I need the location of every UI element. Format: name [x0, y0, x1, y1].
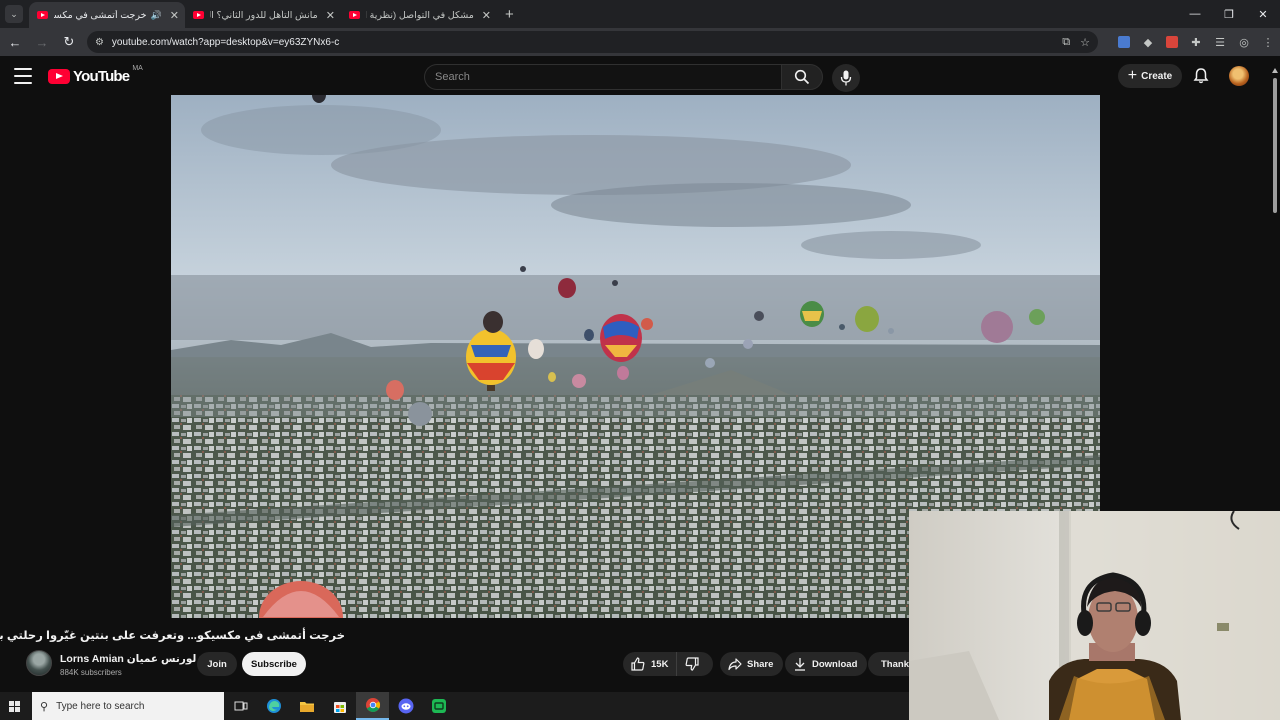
webcam-feed [909, 511, 1280, 720]
browser-tab-strip: ⌄ خرجت أتمشى في مكسيكو... 🔊 ✕ مانش التأه… [0, 0, 1280, 28]
extensions-area: ◆ ✚ ☰ ◎ ⋮ [1112, 31, 1280, 53]
new-tab-icon[interactable]: + [505, 6, 514, 23]
media-control-icon[interactable]: ☰ [1208, 31, 1232, 53]
channel-name: Lorns Amian لورنس عميان [60, 653, 197, 665]
minimize-icon[interactable]: — [1178, 0, 1212, 28]
download-icon [795, 658, 805, 671]
edge-browser-icon[interactable] [257, 692, 290, 720]
tab-communication[interactable]: مشكل في التواصل (نظرية البراك... ✕ [341, 2, 497, 28]
restore-icon[interactable]: ❐ [1212, 0, 1246, 28]
discord-icon[interactable] [389, 692, 422, 720]
puzzle-icon[interactable]: ✚ [1184, 31, 1208, 53]
taskbar-search-box[interactable]: ⚲ Type here to search [32, 692, 224, 720]
thanks-button[interactable]: $ Thanks [868, 652, 909, 676]
screen: ⌄ خرجت أتمشى في مكسيكو... 🔊 ✕ مانش التأه… [0, 0, 1280, 720]
start-button[interactable] [0, 692, 28, 720]
address-bar[interactable]: ⚙ youtube.com/watch?app=desktop&v=ey63ZY… [86, 31, 1099, 53]
youtube-favicon-icon [193, 11, 204, 19]
tab-close-icon[interactable]: ✕ [170, 9, 179, 22]
thumbs-down-icon [685, 657, 699, 671]
tab-search-icon[interactable]: ⌄ [5, 5, 23, 23]
browser-toolbar: ← → ↻ ⚙ youtube.com/watch?app=desktop&v=… [0, 28, 1280, 56]
menu-icon[interactable] [14, 68, 32, 84]
subscribe-button[interactable]: Subscribe [242, 652, 306, 676]
logo-text: YouTube [73, 68, 130, 85]
site-info-icon[interactable]: ⚙ [95, 37, 104, 48]
video-title: خرجت أتمشى في مكسيكو... وتعرفت على بنتين… [0, 630, 345, 642]
close-window-icon[interactable]: ✕ [1246, 0, 1280, 28]
subscriber-count: 884K subscribers [60, 668, 122, 677]
youtube-logo-icon [48, 69, 70, 84]
browser-menu-icon[interactable]: ⋮ [1256, 31, 1280, 53]
share-icon [728, 658, 742, 671]
translate-extension-icon[interactable] [1112, 31, 1136, 53]
like-button[interactable]: 15K [623, 652, 678, 676]
download-button[interactable]: Download [785, 652, 868, 676]
windows-logo-icon [8, 700, 20, 712]
plus-icon: + [1127, 67, 1138, 84]
extension-icon[interactable]: ◆ [1136, 31, 1160, 53]
speaker-icon[interactable]: 🔊 [151, 10, 162, 21]
account-avatar[interactable] [1229, 66, 1249, 86]
download-label: Download [812, 658, 858, 670]
search-button[interactable] [781, 64, 823, 90]
like-dislike-group: 15K [623, 652, 713, 676]
install-app-icon[interactable]: ⧉ [1062, 36, 1070, 49]
url-text: youtube.com/watch?app=desktop&v=ey63ZYNx… [111, 36, 340, 48]
task-view-icon[interactable] [224, 692, 257, 720]
join-button[interactable]: Join [197, 652, 237, 676]
store-icon[interactable] [323, 692, 356, 720]
channel-name-row[interactable]: Lorns Amian لورنس عميان✓ [60, 653, 208, 665]
search-icon [794, 69, 810, 85]
profile-icon[interactable]: ◎ [1232, 31, 1256, 53]
back-icon[interactable]: ← [3, 30, 27, 54]
youtube-favicon-icon [37, 11, 48, 19]
tab-close-icon[interactable]: ✕ [326, 9, 335, 22]
like-count: 15K [651, 658, 669, 670]
create-label: Create [1141, 70, 1173, 82]
reload-icon[interactable]: ↻ [57, 30, 81, 54]
tab-title: خرجت أتمشى في مكسيكو... [54, 9, 147, 21]
tab-video[interactable]: خرجت أتمشى في مكسيكو... 🔊 ✕ [29, 2, 185, 28]
youtube-favicon-icon [349, 11, 360, 19]
youtube-header: YouTube MA Search [0, 56, 1280, 96]
youtube-logo[interactable]: YouTube MA [48, 65, 143, 85]
create-button[interactable]: + Create [1118, 64, 1182, 88]
tab-match[interactable]: مانش التأهل للدور الثاني؟ التشكـ ✕ [185, 2, 341, 28]
webcam-overlay [909, 511, 1280, 720]
tab-title: مشكل في التواصل (نظرية البراك... [366, 9, 474, 21]
tab-title: مانش التأهل للدور الثاني؟ التشكـ [210, 9, 318, 21]
forward-icon[interactable]: → [30, 30, 54, 54]
thumbs-up-icon [631, 657, 645, 671]
thanks-label: Thanks [881, 658, 909, 670]
share-button[interactable]: Share [720, 652, 784, 676]
dislike-button[interactable] [677, 652, 713, 676]
file-explorer-icon[interactable] [290, 692, 323, 720]
notifications-bell-icon[interactable] [1192, 67, 1210, 85]
country-code: MA [132, 65, 143, 72]
voice-search-button[interactable] [832, 64, 860, 92]
search-input[interactable]: Search [424, 64, 782, 90]
share-label: Share [747, 658, 774, 670]
green-app-icon[interactable] [422, 692, 455, 720]
chrome-icon[interactable] [356, 692, 389, 720]
taskbar-search-placeholder: Type here to search [56, 700, 145, 712]
windows-taskbar: ⚲ Type here to search [0, 692, 909, 720]
microphone-icon [840, 70, 852, 86]
red-extension-icon[interactable] [1160, 31, 1184, 53]
tab-close-icon[interactable]: ✕ [482, 9, 491, 22]
magnifier-icon: ⚲ [40, 700, 49, 713]
channel-avatar[interactable] [26, 650, 52, 676]
window-controls: — ❐ ✕ [1178, 0, 1280, 28]
bookmark-star-icon[interactable]: ☆ [1080, 36, 1090, 49]
